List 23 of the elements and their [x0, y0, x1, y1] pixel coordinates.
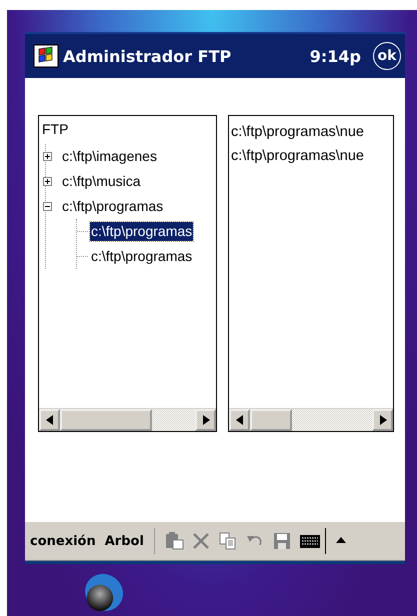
horizontal-scrollbar[interactable]	[39, 408, 216, 431]
window-title: Administrador FTP	[63, 46, 232, 66]
horizontal-scrollbar[interactable]	[229, 408, 393, 431]
scroll-right-icon[interactable]	[378, 415, 386, 425]
scroll-left-icon[interactable]	[236, 415, 244, 425]
scroll-left-icon[interactable]	[46, 415, 54, 425]
tree-item[interactable]: c:\ftp\programas	[90, 247, 194, 266]
tree-item[interactable]: c:\ftp\programas	[61, 197, 164, 216]
menu-button[interactable]: Arbol	[104, 534, 145, 548]
menu-button[interactable]: conexión	[29, 534, 97, 548]
file-item[interactable]: c:\ftp\programas\nue	[231, 120, 393, 144]
expand-icon[interactable]	[43, 177, 52, 186]
expand-icon[interactable]	[43, 152, 52, 161]
clock-time: 9:14p	[310, 46, 361, 66]
scroll-right-icon[interactable]	[202, 415, 210, 425]
tree-item[interactable]: c:\ftp\imagenes	[61, 147, 158, 166]
tree-item[interactable]: c:\ftp\musica	[61, 172, 142, 191]
collapse-icon[interactable]	[43, 202, 52, 211]
start-flag-icon[interactable]	[33, 43, 59, 69]
tree-item[interactable]: c:\ftp\programas	[90, 222, 194, 241]
tree-item[interactable]: FTP	[41, 120, 70, 139]
ok-button[interactable]: ok	[373, 42, 401, 70]
file-item[interactable]: c:\ftp\programas\nue	[231, 144, 393, 168]
